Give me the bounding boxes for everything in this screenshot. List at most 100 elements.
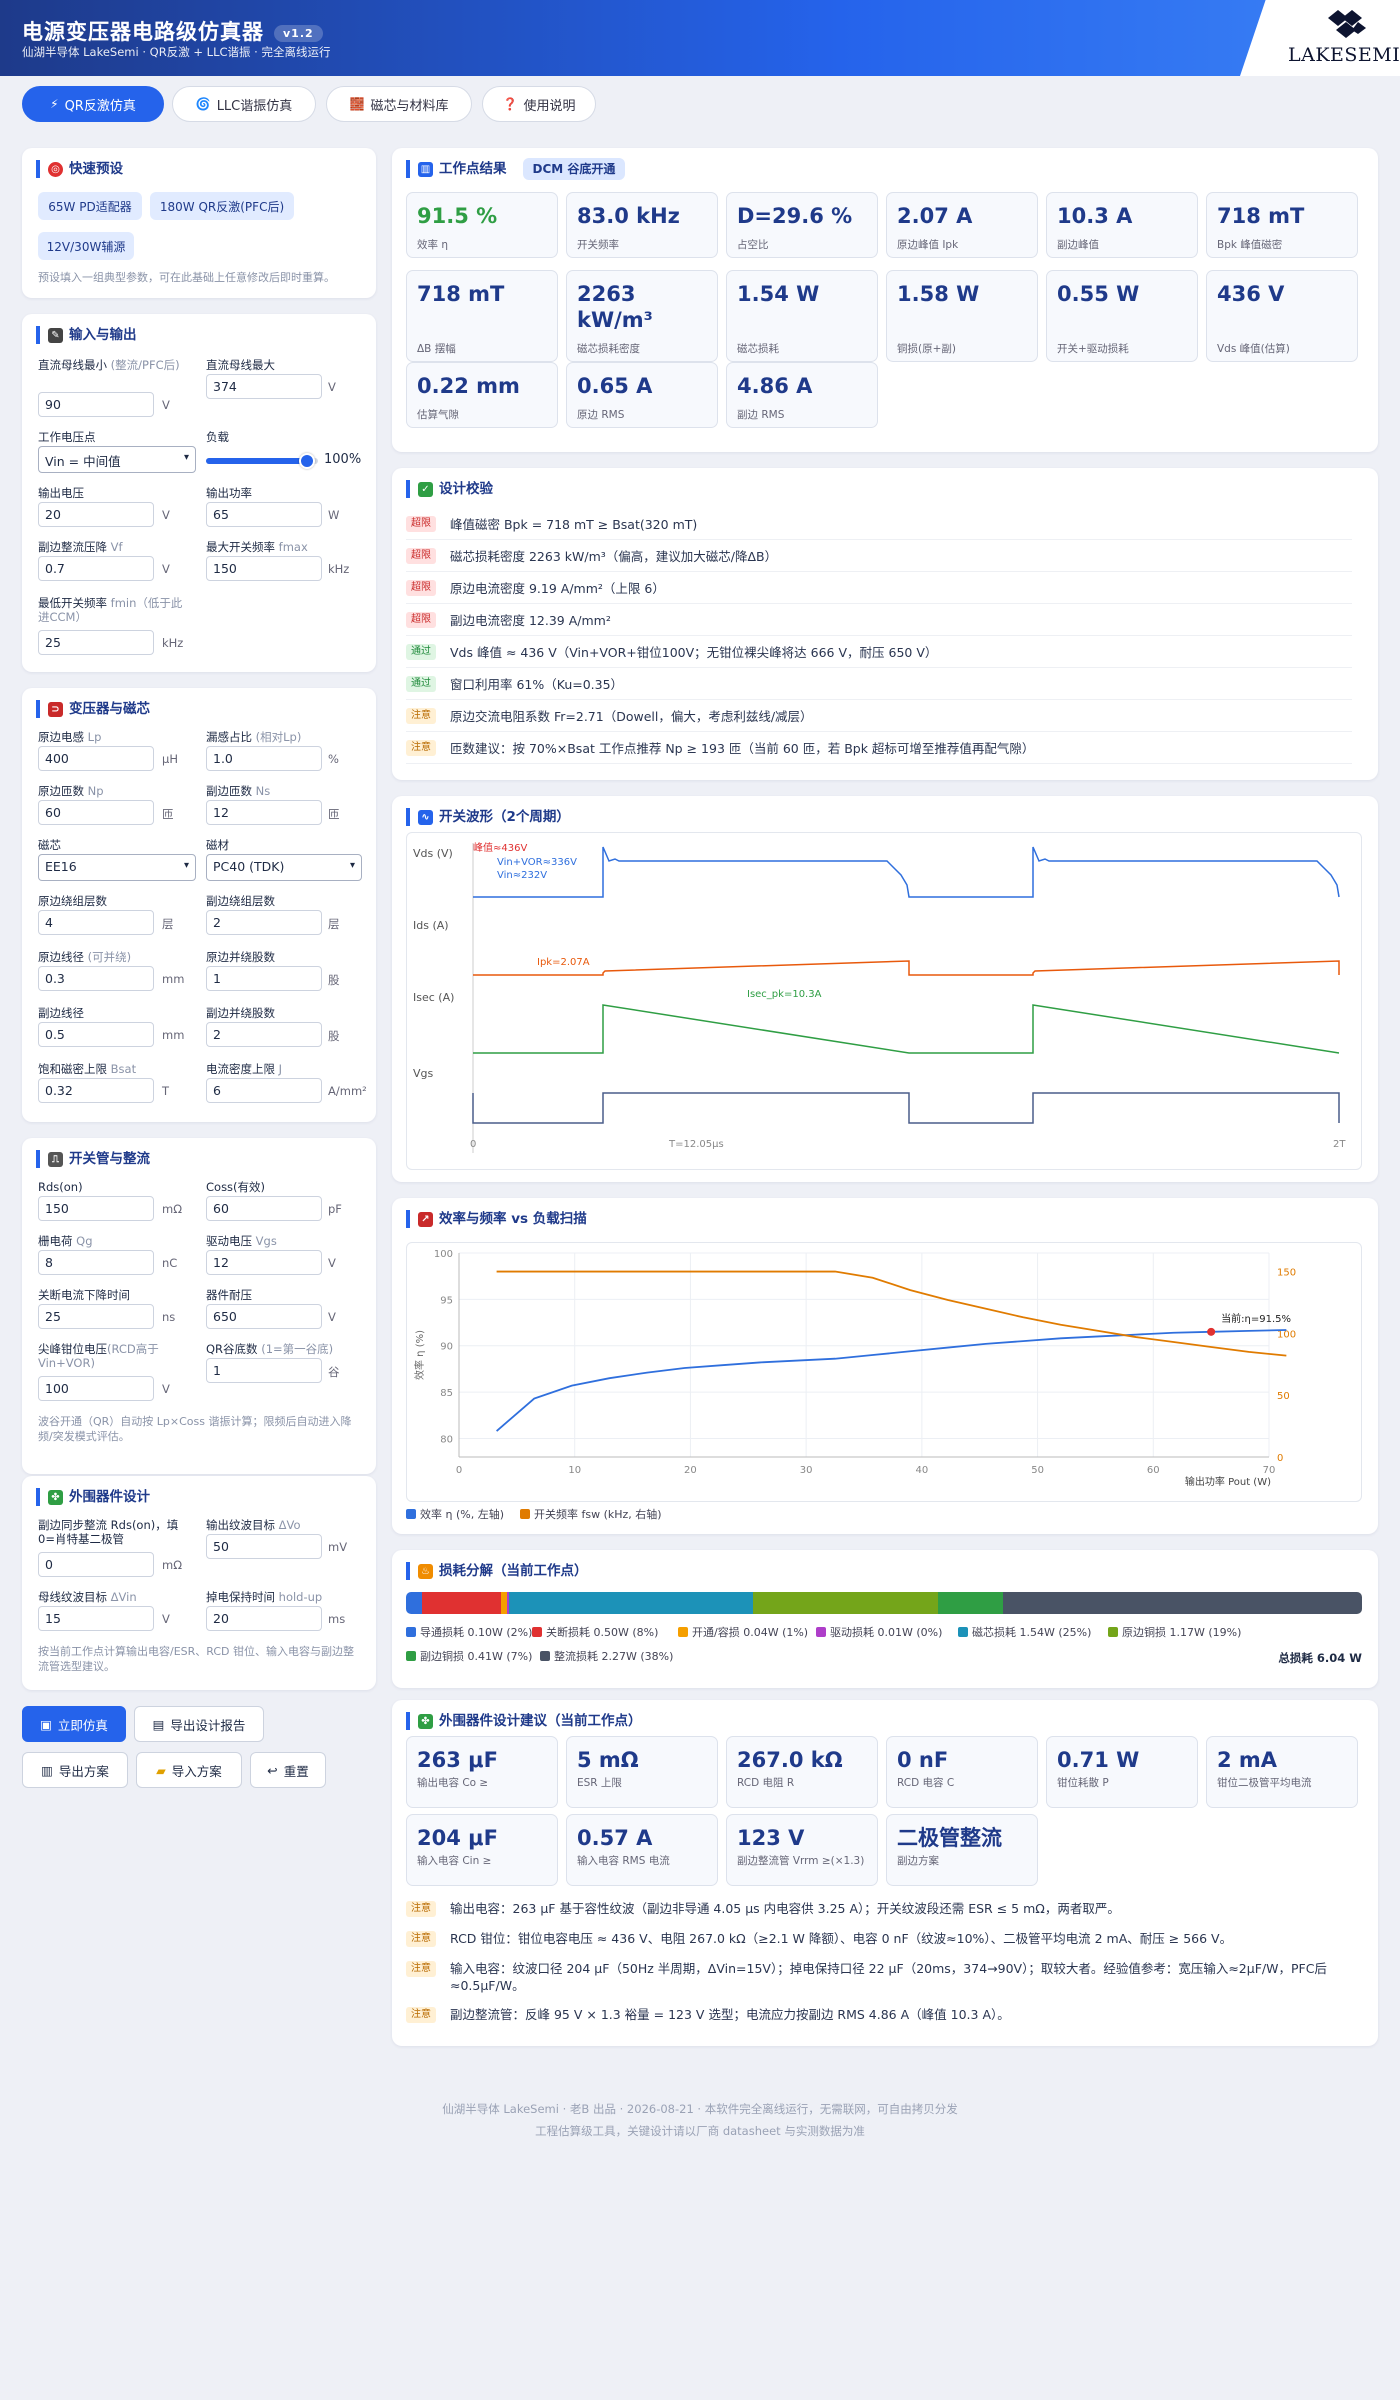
tf-input[interactable]: 25: [38, 1304, 154, 1329]
vmax-label: 直流母线最大: [206, 358, 275, 372]
ss-input[interactable]: 2: [206, 1022, 322, 1047]
pl-input[interactable]: 4: [38, 910, 154, 935]
load-slider[interactable]: [206, 453, 318, 469]
lp-input[interactable]: 400: [38, 746, 154, 771]
note-text: 输出电容：263 μF 基于容性纹波（副边非导通 4.05 μs 内电容供 3.…: [450, 1901, 1120, 1916]
ps-input[interactable]: 1: [206, 966, 322, 991]
swirl-icon: 🌀: [195, 97, 211, 111]
qr-input[interactable]: 1: [206, 1358, 322, 1383]
tab-core-library[interactable]: 🧱 磁芯与材料库: [326, 86, 472, 122]
tab-llc[interactable]: 🌀 LLC谐振仿真: [172, 86, 316, 122]
vds-unit: V: [328, 1310, 336, 1324]
op-metric-label: 磁芯损耗: [737, 343, 779, 355]
lp-label: 原边电感 Lp: [38, 730, 102, 744]
pout-input[interactable]: 65: [206, 502, 322, 527]
import-plan-button[interactable]: ▰ 导入方案: [136, 1752, 242, 1788]
dvo-input[interactable]: 50: [206, 1534, 322, 1559]
x-tick-label: 60: [1147, 1465, 1160, 1476]
peripheral-metric-label: ESR 上限: [577, 1777, 622, 1789]
op-metric-value: 0.22 mm: [417, 374, 520, 398]
vmin-input[interactable]: 90: [38, 392, 154, 417]
j-input[interactable]: 6: [206, 1078, 322, 1103]
pd-input[interactable]: 0.3: [38, 966, 154, 991]
core-select[interactable]: EE16 ▾: [38, 854, 196, 881]
hold-input[interactable]: 20: [206, 1606, 322, 1631]
sd-input[interactable]: 0.5: [38, 1022, 154, 1047]
fmin-input[interactable]: 25: [38, 630, 154, 655]
simulate-button[interactable]: ▣ 立即仿真: [22, 1706, 126, 1742]
version-badge: v1.2: [274, 24, 323, 42]
bsat-input[interactable]: 0.32: [38, 1078, 154, 1103]
coss-input[interactable]: 60: [206, 1196, 322, 1221]
loss-segment: [1002, 1592, 1362, 1614]
reset-button[interactable]: ↩ 重置: [250, 1752, 326, 1788]
loss-total: 总损耗 6.04 W: [1278, 1651, 1362, 1665]
pl-unit: 层: [162, 917, 174, 931]
vmax-input[interactable]: 374: [206, 374, 322, 399]
vgs-input[interactable]: 12: [206, 1250, 322, 1275]
peripheral-metric-box: 204 μF 输入电容 Cin ≥: [406, 1814, 558, 1886]
vds-waveform: [473, 846, 1340, 898]
lightning-icon: ⚡: [50, 97, 59, 111]
op-metric-box: 83.0 kHz 开关频率: [566, 192, 718, 258]
tab-help[interactable]: ❓ 使用说明: [482, 86, 596, 122]
note-tag: 注意: [406, 2007, 436, 2023]
ns-input[interactable]: 12: [206, 800, 322, 825]
y-tick-label: 95: [440, 1295, 453, 1306]
op-metric-box: 1.54 W 磁芯损耗: [726, 270, 878, 362]
x-tick-label: 50: [1031, 1465, 1044, 1476]
check-row: 通过 窗口利用率 61%（Ku=0.35）: [406, 668, 1352, 700]
op-metric-box: 4.86 A 副边 RMS: [726, 362, 878, 428]
dvin-input[interactable]: 15: [38, 1606, 154, 1631]
y-tick-label: 100: [434, 1249, 453, 1260]
rds-label: Rds(on): [38, 1180, 83, 1194]
preset-12v30w[interactable]: 12V/30W辅源: [38, 232, 134, 260]
rds-input[interactable]: 150: [38, 1196, 154, 1221]
coss-unit: pF: [328, 1202, 342, 1216]
peripheral-metric-value: 204 μF: [417, 1826, 498, 1850]
load-slider-handle[interactable]: [298, 453, 315, 469]
sl-input[interactable]: 2: [206, 910, 322, 935]
load-value: 100%: [324, 452, 362, 467]
material-select[interactable]: PC40 (TDK) ▾: [206, 854, 362, 881]
vf-input[interactable]: 0.7: [38, 556, 154, 581]
export-report-button[interactable]: ▤ 导出设计报告: [134, 1706, 264, 1742]
op-metric-value: 1.58 W: [897, 282, 980, 306]
op-metric-value: 10.3 A: [1057, 204, 1133, 228]
leak-input[interactable]: 1.0: [206, 746, 322, 771]
op-metric-box: 1.58 W 铜损(原+副): [886, 270, 1038, 362]
chevron-down-icon: ▾: [183, 452, 189, 463]
coss-label: Coss(有效): [206, 1180, 266, 1194]
peripheral-metric-value: 0.71 W: [1057, 1748, 1140, 1772]
waveform-title: ∿ 开关波形（2个周期）: [406, 808, 570, 826]
vds-peak-annotation: 峰值≈436V: [473, 841, 527, 854]
op-metric-value: 2263 kW/m³: [577, 282, 653, 332]
note-text: 副边整流管：反峰 95 V × 1.3 裕量 = 123 V 选型；电流应力按副…: [450, 2007, 1010, 2022]
legend-efficiency: 效率 η (%, 左轴): [406, 1506, 504, 1522]
op-metric-value: 91.5 %: [417, 204, 498, 228]
note-text: RCD 钳位：钳位电容电压 ≈ 436 V、电阻 267.0 kΩ（≥2.1 W…: [450, 1931, 1233, 1946]
fmax-input[interactable]: 150: [206, 556, 322, 581]
op-select[interactable]: Vin = 中间值 ▾: [38, 446, 196, 473]
loss-stacked-bar: [406, 1592, 1362, 1614]
tab-qr-flyback[interactable]: ⚡ QR反激仿真: [22, 86, 164, 122]
legend-swatch: [816, 1627, 826, 1637]
preset-180w[interactable]: 180W QR反激(PFC后): [150, 192, 294, 220]
op-metric-label: 原边 RMS: [577, 409, 625, 421]
rds2-input[interactable]: 0: [38, 1552, 154, 1577]
vds-input[interactable]: 650: [206, 1304, 322, 1329]
io-card: ✎ 输入与输出 直流母线最小 (整流/PFC后) 90 V 直流母线最大 374 …: [22, 314, 376, 672]
export-plan-button[interactable]: ▥ 导出方案: [22, 1752, 128, 1788]
waveform-card: ∿ 开关波形（2个周期） Vds (V) Ids (A) Isec (A) Vgs…: [392, 796, 1378, 1182]
preset-65w[interactable]: 65W PD适配器: [38, 192, 142, 220]
qr-unit: 谷: [328, 1365, 340, 1379]
legend-swatch: [532, 1627, 542, 1637]
j-label: 电流密度上限 J: [206, 1062, 283, 1076]
leak-unit: %: [328, 752, 339, 766]
qg-input[interactable]: 8: [38, 1250, 154, 1275]
vout-input[interactable]: 20: [38, 502, 154, 527]
np-input[interactable]: 60: [38, 800, 154, 825]
fmin-unit: kHz: [162, 636, 184, 650]
vgs-axis-label: Vgs: [413, 1067, 434, 1080]
clamp-input[interactable]: 100: [38, 1376, 154, 1401]
